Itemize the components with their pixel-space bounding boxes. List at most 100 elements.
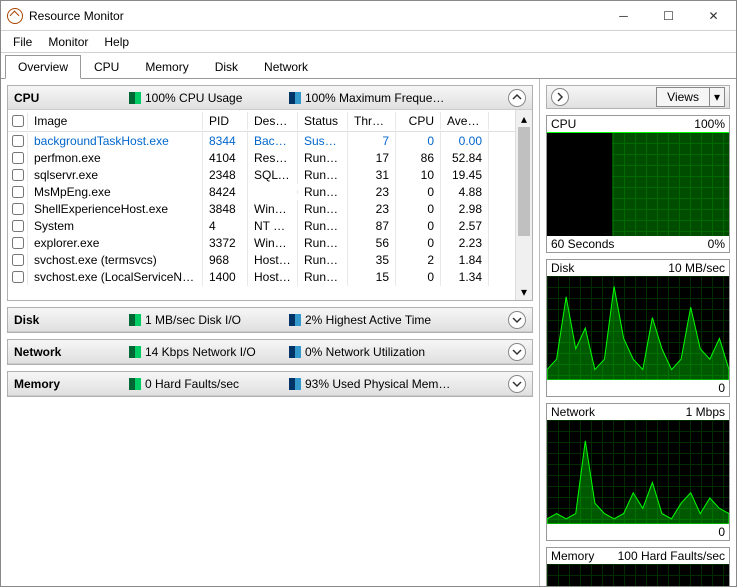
cell-status: Run… <box>298 234 348 252</box>
memory-section: Memory 0 Hard Faults/sec 93% Used Physic… <box>7 371 533 397</box>
row-checkbox[interactable] <box>12 271 24 283</box>
collapse-right-icon[interactable] <box>551 88 569 106</box>
cell-pid: 3848 <box>203 200 248 218</box>
cell-cpu: 0 <box>396 268 441 286</box>
scroll-down-icon[interactable]: ▾ <box>516 283 532 300</box>
disk-section-header[interactable]: Disk 1 MB/sec Disk I/O 2% Highest Active… <box>8 308 532 332</box>
disk-section: Disk 1 MB/sec Disk I/O 2% Highest Active… <box>7 307 533 333</box>
col-desc[interactable]: Descr… <box>248 112 298 130</box>
cell-cpu: 2 <box>396 251 441 269</box>
cell-avg: 52.84 <box>441 149 489 167</box>
blue-square-icon <box>289 378 301 390</box>
expand-icon[interactable] <box>508 343 526 361</box>
cell-desc: NT K… <box>248 217 298 235</box>
green-square-icon <box>129 92 141 104</box>
network-section-title: Network <box>14 345 129 359</box>
table-row[interactable]: System 4 NT K… Run… 87 0 2.57 <box>8 217 515 234</box>
cell-cpu: 86 <box>396 149 441 167</box>
menu-help[interactable]: Help <box>96 33 137 51</box>
views-button[interactable]: Views <box>656 87 710 107</box>
network-util-label: 0% Network Utilization <box>305 345 425 359</box>
green-square-icon <box>129 314 141 326</box>
table-header: Image PID Descr… Status Threa… CPU Avera… <box>8 110 515 132</box>
scrollbar[interactable]: ▴ ▾ <box>515 110 532 300</box>
col-status[interactable]: Status <box>298 112 348 130</box>
cell-avg: 4.88 <box>441 183 489 201</box>
cpu-section-header[interactable]: CPU 100% CPU Usage 100% Maximum Freque… <box>8 86 532 110</box>
table-row[interactable]: ShellExperienceHost.exe 3848 Win… Run… 2… <box>8 200 515 217</box>
chart-mem: Memory 100 Hard Faults/sec <box>546 547 730 586</box>
chart-title: Network <box>551 405 595 419</box>
menu-monitor[interactable]: Monitor <box>40 33 96 51</box>
table-row[interactable]: svchost.exe (LocalServiceNo… 1400 Host …… <box>8 268 515 285</box>
chart-title: Memory <box>551 549 594 563</box>
table-row[interactable]: svchost.exe (termsvcs) 968 Host … Run… 3… <box>8 251 515 268</box>
minimize-button[interactable]: ─ <box>601 1 646 30</box>
cell-cpu: 0 <box>396 183 441 201</box>
chart-max: 10 MB/sec <box>668 261 725 275</box>
tab-network[interactable]: Network <box>251 55 321 79</box>
cpu-usage-label: 100% CPU Usage <box>145 91 242 105</box>
cell-avg: 1.84 <box>441 251 489 269</box>
col-pid[interactable]: PID <box>203 112 248 130</box>
tab-disk[interactable]: Disk <box>202 55 251 79</box>
table-row[interactable]: sqlservr.exe 2348 SQL … Run… 31 10 19.45 <box>8 166 515 183</box>
table-row[interactable]: MsMpEng.exe 8424 Run… 23 0 4.88 <box>8 183 515 200</box>
chart-foot-right: 0 <box>718 381 725 395</box>
menu-file[interactable]: File <box>5 33 40 51</box>
row-checkbox[interactable] <box>12 152 24 164</box>
cell-status: Run… <box>298 149 348 167</box>
network-section: Network 14 Kbps Network I/O 0% Network U… <box>7 339 533 365</box>
row-checkbox[interactable] <box>12 169 24 181</box>
row-checkbox[interactable] <box>12 135 24 147</box>
chart-foot-right: 0% <box>708 237 725 251</box>
select-all-checkbox[interactable] <box>12 115 24 127</box>
chart-disk: Disk10 MB/sec 0 <box>546 259 730 397</box>
network-io-label: 14 Kbps Network I/O <box>145 345 256 359</box>
tab-cpu[interactable]: CPU <box>81 55 132 79</box>
cell-pid: 968 <box>203 251 248 269</box>
row-checkbox[interactable] <box>12 254 24 266</box>
table-row[interactable]: perfmon.exe 4104 Reso… Run… 17 86 52.84 <box>8 149 515 166</box>
chart-max: 100 Hard Faults/sec <box>618 549 725 563</box>
maximize-button[interactable]: ☐ <box>646 1 691 30</box>
col-cpu[interactable]: CPU <box>396 112 441 130</box>
cell-threads: 23 <box>348 183 396 201</box>
cell-threads: 7 <box>348 132 396 150</box>
scroll-thumb[interactable] <box>518 127 530 236</box>
row-checkbox[interactable] <box>12 237 24 249</box>
cpu-section-title: CPU <box>14 91 129 105</box>
scroll-up-icon[interactable]: ▴ <box>516 110 532 127</box>
table-row[interactable]: explorer.exe 3372 Win… Run… 56 0 2.23 <box>8 234 515 251</box>
tab-memory[interactable]: Memory <box>132 55 201 79</box>
network-section-header[interactable]: Network 14 Kbps Network I/O 0% Network U… <box>8 340 532 364</box>
cell-pid: 2348 <box>203 166 248 184</box>
cpu-freq-label: 100% Maximum Freque… <box>305 91 444 105</box>
row-checkbox[interactable] <box>12 186 24 198</box>
views-dropdown-icon[interactable]: ▾ <box>710 87 725 107</box>
table-row[interactable]: backgroundTaskHost.exe 8344 Back… Susp… … <box>8 132 515 149</box>
cell-desc: Host … <box>248 268 298 286</box>
cell-cpu: 10 <box>396 166 441 184</box>
collapse-icon[interactable] <box>508 89 526 107</box>
cell-image: System <box>28 217 203 235</box>
cell-image: ShellExperienceHost.exe <box>28 200 203 218</box>
expand-icon[interactable] <box>508 375 526 393</box>
chart-foot-left: 60 Seconds <box>551 237 614 251</box>
cell-status: Run… <box>298 251 348 269</box>
col-threads[interactable]: Threa… <box>348 112 396 130</box>
row-checkbox[interactable] <box>12 203 24 215</box>
tab-overview[interactable]: Overview <box>5 55 81 79</box>
cell-status: Run… <box>298 166 348 184</box>
menubar: File Monitor Help <box>1 31 736 53</box>
row-checkbox[interactable] <box>12 220 24 232</box>
cell-desc: Host … <box>248 251 298 269</box>
chart-max: 100% <box>694 117 725 131</box>
col-avg[interactable]: Avera… <box>441 112 489 130</box>
close-button[interactable]: ✕ <box>691 1 736 30</box>
memory-section-header[interactable]: Memory 0 Hard Faults/sec 93% Used Physic… <box>8 372 532 396</box>
expand-icon[interactable] <box>508 311 526 329</box>
cell-pid: 4104 <box>203 149 248 167</box>
chart-foot-right: 0 <box>718 525 725 539</box>
col-image[interactable]: Image <box>28 112 203 130</box>
